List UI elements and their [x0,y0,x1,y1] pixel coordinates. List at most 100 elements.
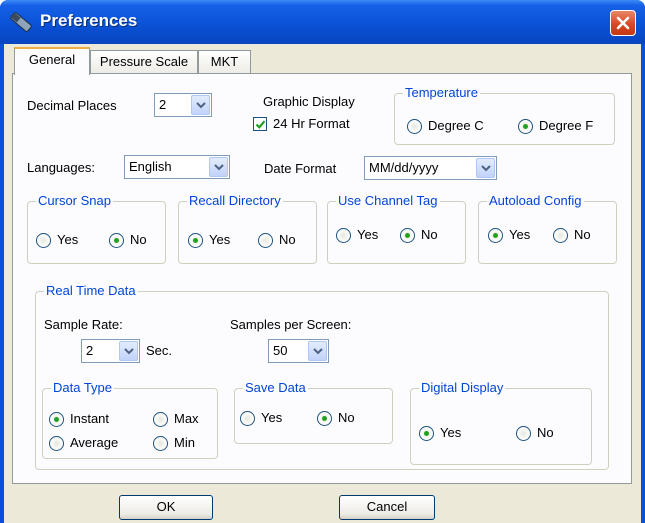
degree-f-radio[interactable]: Degree F [518,118,613,135]
cursor-snap-no-radio[interactable]: No [109,232,159,249]
no-label: No [338,410,355,425]
yes-label: Yes [261,410,283,425]
save-data-yes-radio[interactable]: Yes [240,410,295,427]
samples-per-screen-label: Samples per Screen: [230,317,352,332]
checkbox-box[interactable] [253,117,267,131]
autoload-config-title: Autoload Config [487,193,584,208]
autoload-config-yes-radio[interactable]: Yes [488,227,540,244]
save-data-no-radio[interactable]: No [317,410,372,427]
radio-off[interactable] [336,228,351,243]
digital-display-no-radio[interactable]: No [516,425,571,442]
decimal-places-label: Decimal Places [27,98,117,113]
yes-label: Yes [509,227,531,242]
ok-button[interactable]: OK [119,495,213,520]
use-channel-tag-no-radio[interactable]: No [400,227,450,244]
samples-per-screen-select[interactable]: 50 [268,339,329,363]
radio-on[interactable] [518,119,533,134]
languages-value: English [129,159,172,174]
autoload-config-group: Autoload Config Yes No [478,193,617,264]
digital-display-title: Digital Display [419,380,506,395]
radio-off[interactable] [407,119,422,134]
radio-off[interactable] [553,228,568,243]
sample-rate-select[interactable]: 2 [81,339,140,363]
average-radio[interactable]: Average [49,435,139,452]
yes-label: Yes [57,232,79,247]
real-time-data-title: Real Time Data [44,283,138,298]
radio-off[interactable] [258,233,273,248]
languages-label: Languages: [27,160,95,175]
degree-c-label: Degree C [428,118,484,133]
no-label: No [130,232,147,247]
cursor-snap-group: Cursor Snap Yes No [27,193,166,264]
yes-label: Yes [357,227,379,242]
use-channel-tag-group: Use Channel Tag Yes No [327,193,466,264]
decimal-places-select[interactable]: 2 [154,93,212,117]
dropdown-arrow[interactable] [191,95,210,115]
app-icon [10,12,32,32]
radio-off[interactable] [516,426,531,441]
date-format-value: MM/dd/yyyy [369,160,439,175]
instant-label: Instant [70,411,110,426]
tab-mkt[interactable]: MKT [198,50,251,74]
degree-f-label: Degree F [539,118,594,133]
radio-off[interactable] [240,411,255,426]
instant-radio[interactable]: Instant [49,411,129,428]
radio-on[interactable] [109,233,124,248]
degree-c-radio[interactable]: Degree C [407,118,502,135]
digital-display-yes-radio[interactable]: Yes [419,425,479,442]
min-radio[interactable]: Min [153,435,213,452]
radio-on[interactable] [188,233,203,248]
cancel-button[interactable]: Cancel [339,495,435,520]
data-type-group: Data Type Instant Max Average Min [42,380,218,459]
tab-pressure-scale[interactable]: Pressure Scale [90,50,198,74]
close-button[interactable] [610,10,636,36]
sample-rate-unit: Sec. [146,343,173,358]
dropdown-arrow[interactable] [308,341,327,361]
autoload-config-no-radio[interactable]: No [553,227,603,244]
dropdown-arrow[interactable] [209,157,228,177]
graphic-display-label: Graphic Display [263,94,355,109]
yes-label: Yes [440,425,462,440]
yes-label: Yes [209,232,231,247]
radio-off[interactable] [49,436,64,451]
samples-per-screen-value: 50 [273,343,288,358]
date-format-label: Date Format [264,161,337,176]
chevron-down-icon [313,348,323,355]
temperature-group: Temperature Degree C Degree F [394,85,615,145]
radio-on[interactable] [400,228,415,243]
decimal-places-value: 2 [159,97,167,112]
real-time-data-group: Real Time Data Sample Rate: 2 Sec. Sampl… [35,283,609,470]
no-label: No [574,227,591,242]
recall-directory-yes-radio[interactable]: Yes [188,232,240,249]
dropdown-arrow[interactable] [476,158,495,178]
radio-off[interactable] [36,233,51,248]
dropdown-arrow[interactable] [119,341,138,361]
sample-rate-value: 2 [86,343,94,358]
cursor-snap-yes-radio[interactable]: Yes [36,232,88,249]
radio-on[interactable] [419,426,434,441]
save-data-group: Save Data Yes No [234,380,393,444]
chevron-down-icon [214,164,224,171]
min-label: Min [174,435,195,450]
radio-on[interactable] [488,228,503,243]
radio-off[interactable] [153,436,168,451]
radio-on[interactable] [49,412,64,427]
recall-directory-group: Recall Directory Yes No [178,193,317,264]
title-bar[interactable]: Preferences [0,0,645,44]
chevron-down-icon [481,165,491,172]
max-radio[interactable]: Max [153,411,213,428]
no-label: No [421,227,438,242]
radio-off[interactable] [153,412,168,427]
languages-select[interactable]: English [124,155,230,179]
use-channel-tag-title: Use Channel Tag [336,193,440,208]
radio-on[interactable] [317,411,332,426]
save-data-title: Save Data [243,380,308,395]
tab-general[interactable]: General [14,47,90,75]
recall-directory-no-radio[interactable]: No [258,232,308,249]
window-title: Preferences [40,11,138,30]
24hr-format-checkbox[interactable]: 24 Hr Format [253,116,363,133]
date-format-select[interactable]: MM/dd/yyyy [364,156,497,180]
cursor-snap-title: Cursor Snap [36,193,113,208]
checkmark-icon [255,120,266,129]
use-channel-tag-yes-radio[interactable]: Yes [336,227,388,244]
